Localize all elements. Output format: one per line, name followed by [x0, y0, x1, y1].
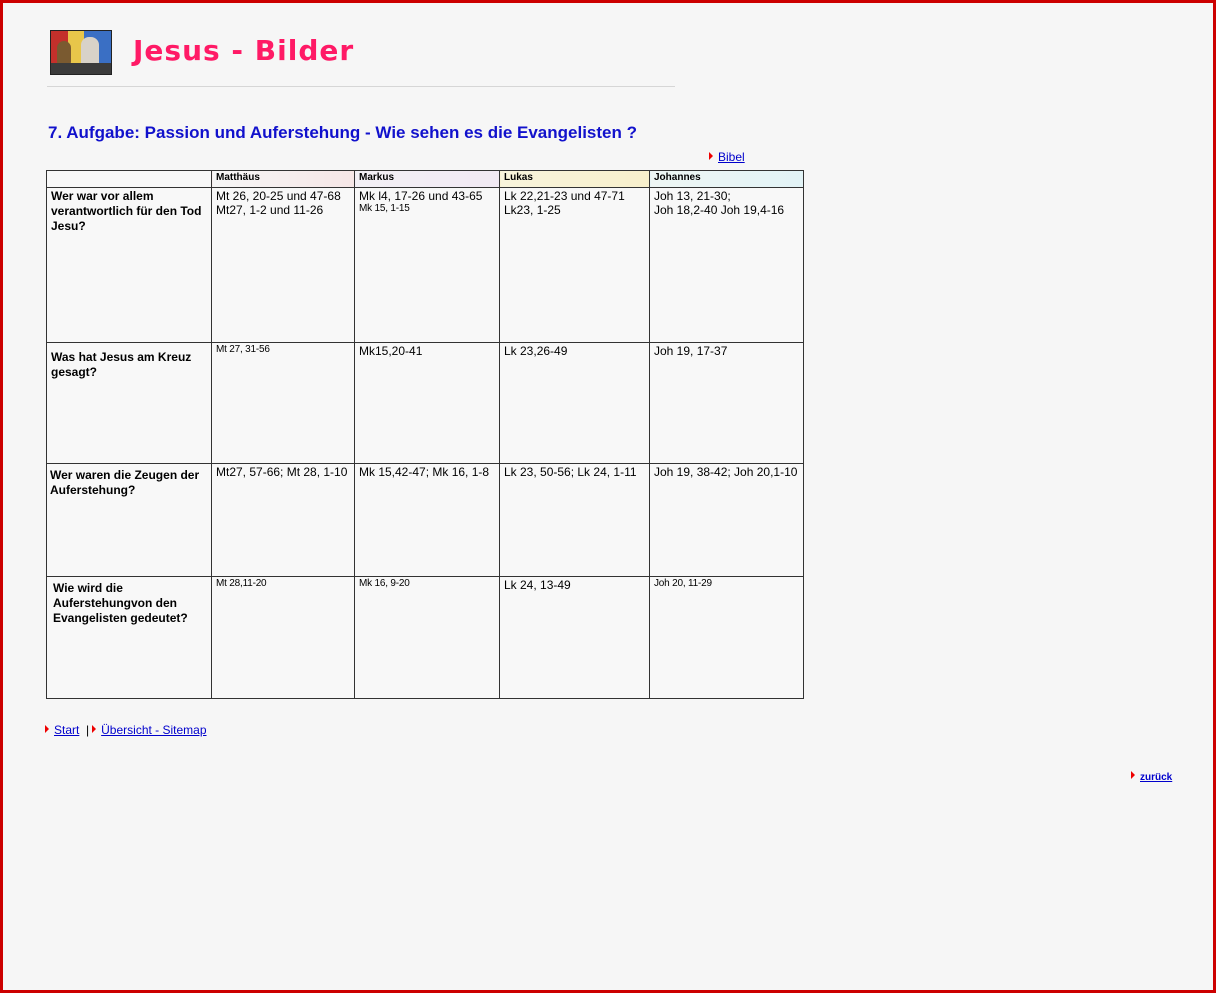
- table-header-johannes: Johannes: [649, 170, 804, 188]
- reference-cell: Lk 23, 50-56; Lk 24, 1-11: [499, 463, 650, 577]
- reference-text: Mk 15,42-47; Mk 16, 1-8: [359, 465, 490, 479]
- table-row: Wie wird die Auferstehungvon den Evangel…: [46, 576, 804, 699]
- arrow-right-icon: [92, 725, 97, 733]
- table-row: Wer war vor allem verantwortlich für den…: [46, 187, 804, 343]
- reference-text: Lk 24, 13-49: [504, 578, 571, 592]
- start-link[interactable]: Start: [54, 723, 79, 737]
- reference-text: Lk 23, 50-56; Lk 24, 1-11: [504, 465, 637, 479]
- reference-cell: Mt 28,11-20: [211, 576, 355, 699]
- reference-cell: Mt27, 57-66; Mt 28, 1-10: [211, 463, 355, 577]
- sitemap-link[interactable]: Übersicht - Sitemap: [101, 723, 206, 737]
- page-heading: 7. Aufgabe: Passion und Auferstehung - W…: [48, 123, 637, 142]
- reference-text: Mk 16, 9-20: [359, 578, 410, 589]
- reference-text: Joh 18,2-40 Joh 19,4-16: [654, 203, 785, 217]
- reference-text: Mk l4, 17-26 und 43-65: [359, 189, 483, 203]
- reference-cell: Mt 27, 31-56: [211, 342, 355, 464]
- question-cell: Wie wird die Auferstehungvon den Evangel…: [46, 576, 212, 699]
- table-row: Was hat Jesus am Kreuz gesagt? Mt 27, 31…: [46, 342, 804, 464]
- reference-text: Joh 19, 17-37: [654, 344, 728, 358]
- reference-cell: Mk15,20-41: [354, 342, 500, 464]
- header-divider: [47, 86, 675, 87]
- reference-text: Joh 20, 11-29: [654, 578, 712, 589]
- reference-text: Mt 26, 20-25 und 47-68: [216, 189, 341, 203]
- table-header-markus: Markus: [354, 170, 500, 188]
- reference-text: Mt27, 1-2 und 11-26: [216, 203, 324, 217]
- reference-cell: Lk 22,21-23 und 47-71 Lk23, 1-25: [499, 187, 650, 343]
- reference-cell: Joh 13, 21-30; Joh 18,2-40 Joh 19,4-16: [649, 187, 804, 343]
- arrow-right-icon: [45, 725, 49, 733]
- reference-cell: Joh 20, 11-29: [649, 576, 804, 699]
- reference-text: Lk23, 1-25: [504, 203, 561, 217]
- reference-cell: Lk 24, 13-49: [499, 576, 650, 699]
- footer-nav: Start | Übersicht - Sitemap: [45, 723, 207, 737]
- reference-cell: Mt 26, 20-25 und 47-68 Mt27, 1-2 und 11-2…: [211, 187, 355, 343]
- nav-separator: |: [86, 723, 90, 737]
- back-link-wrap: zurück: [1131, 771, 1172, 783]
- question-cell: Was hat Jesus am Kreuz gesagt?: [46, 342, 212, 464]
- arrow-right-icon: [1131, 771, 1135, 779]
- reference-cell: Joh 19, 17-37: [649, 342, 804, 464]
- reference-text: Mt 28,11-20: [216, 578, 267, 589]
- bibel-link-wrap: Bibel: [709, 148, 745, 166]
- reference-text: Mk15,20-41: [359, 344, 423, 358]
- question-cell: Wer war vor allem verantwortlich für den…: [46, 187, 212, 343]
- table-header-lukas: Lukas: [499, 170, 650, 188]
- reference-text: Joh 19, 38-42; Joh 20,1-10: [654, 465, 798, 479]
- bibel-link[interactable]: Bibel: [718, 150, 745, 164]
- reference-text: Mk 15, 1-15: [359, 203, 410, 214]
- table-header-row: Matthäus Markus Lukas Johannes: [46, 170, 804, 188]
- site-title: Jesus - Bilder: [133, 34, 355, 67]
- question-cell: Wer waren die Zeugen der Auferstehung?: [46, 463, 212, 577]
- reference-text: Lk 22,21-23 und 47-71: [504, 189, 625, 203]
- reference-cell: Mk 16, 9-20: [354, 576, 500, 699]
- reference-cell: Mk l4, 17-26 und 43-65 Mk 15, 1-15: [354, 187, 500, 343]
- reference-cell: Joh 19, 38-42; Joh 20,1-10: [649, 463, 804, 577]
- reference-cell: Lk 23,26-49: [499, 342, 650, 464]
- reference-text: Mt 27, 31-56: [216, 344, 270, 355]
- reference-text: Lk 23,26-49: [504, 344, 568, 358]
- back-link[interactable]: zurück: [1140, 772, 1172, 783]
- reference-text: Joh 13, 21-30;: [654, 189, 731, 203]
- table-header-empty: [46, 170, 212, 188]
- evangelists-table: Matthäus Markus Lukas Johannes Wer war v…: [46, 170, 804, 699]
- table-header-matthaeus: Matthäus: [211, 170, 355, 188]
- arrow-right-icon: [709, 152, 713, 160]
- reference-text: Mt27, 57-66; Mt 28, 1-10: [216, 465, 348, 479]
- jesus-images-logo: [50, 30, 112, 75]
- reference-cell: Mk 15,42-47; Mk 16, 1-8: [354, 463, 500, 577]
- table-row: Wer waren die Zeugen der Auferstehung? M…: [46, 463, 804, 577]
